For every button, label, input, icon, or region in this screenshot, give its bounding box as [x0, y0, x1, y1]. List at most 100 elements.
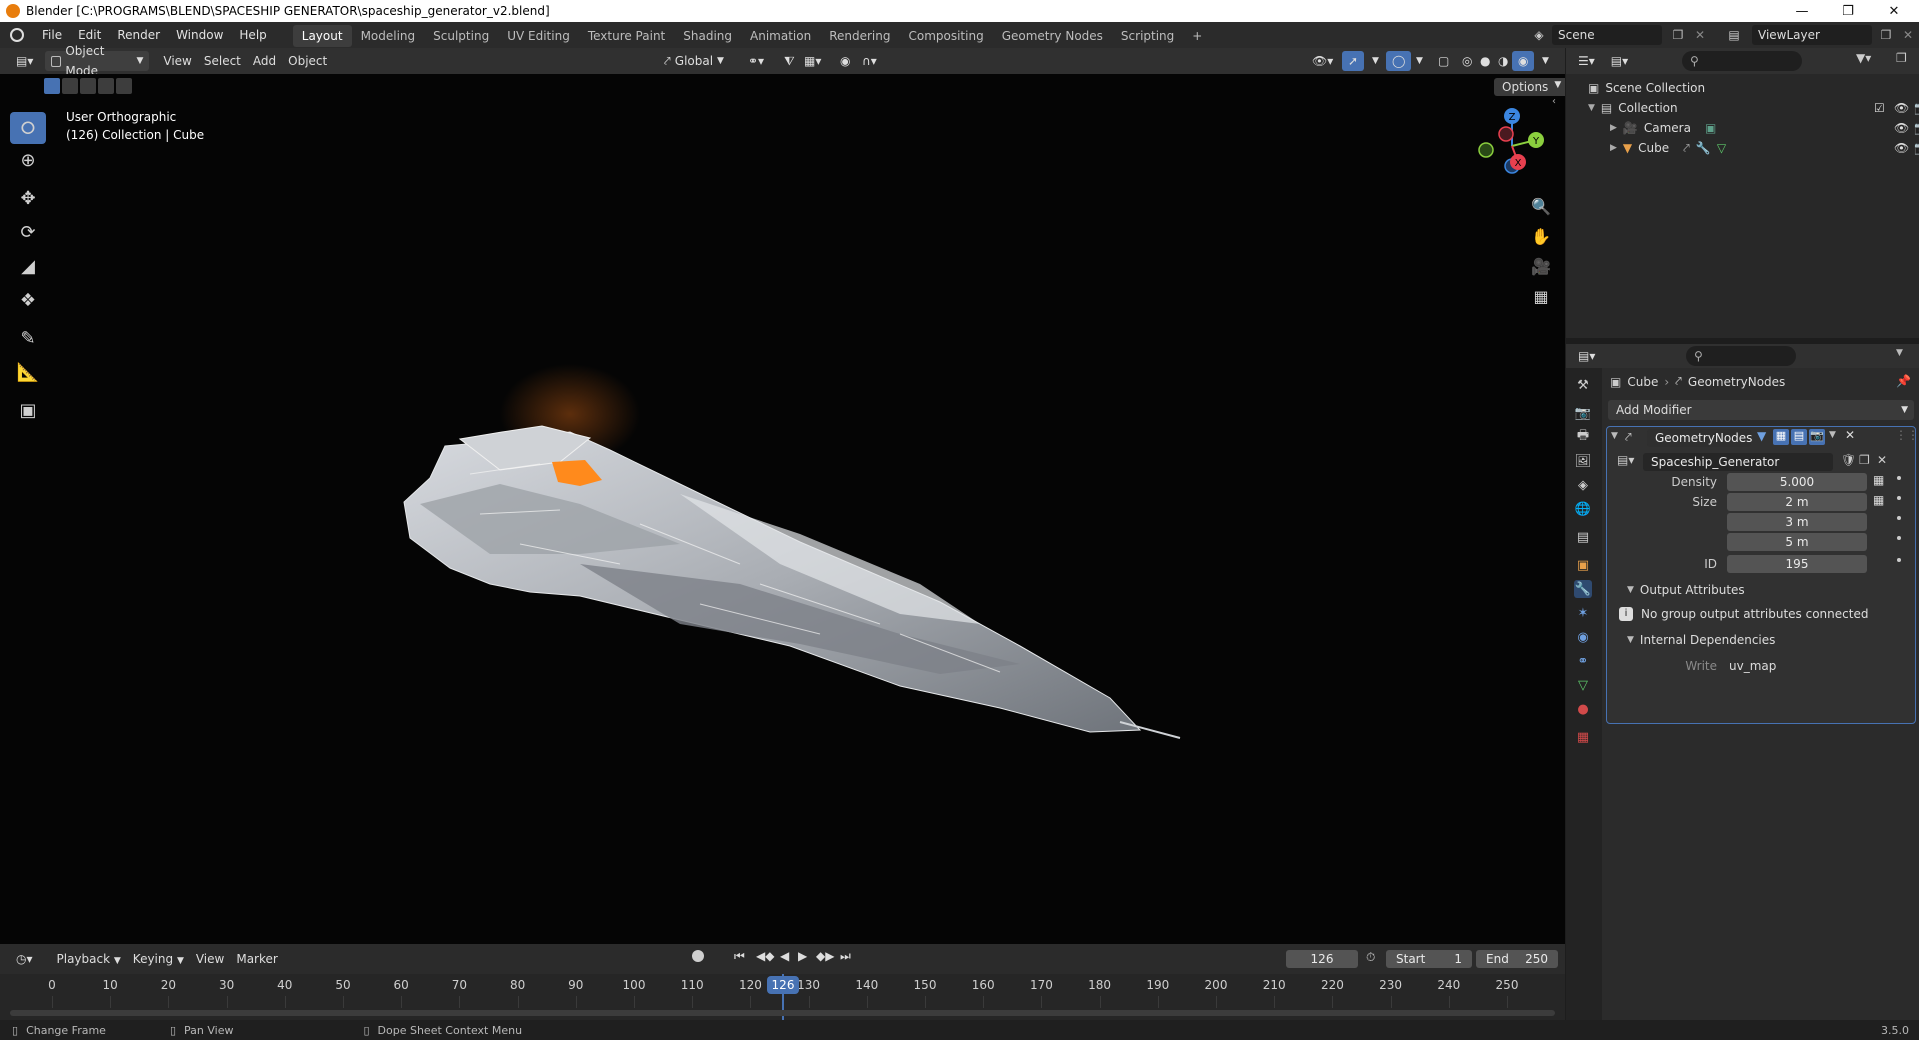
keyframe-dot-icon[interactable]: [1897, 476, 1901, 480]
scene-name-field[interactable]: Scene: [1552, 25, 1662, 45]
tab-geometry-nodes[interactable]: Geometry Nodes: [993, 25, 1112, 47]
timeline-ruler[interactable]: 0 10 20 30 40 50 60 70 80 90 100 110 120 130 140 150 160…: [0, 974, 1565, 1020]
size-x-field[interactable]: 2 m: [1727, 493, 1867, 511]
annotate-tool-icon[interactable]: ✎: [10, 322, 46, 354]
play-icon[interactable]: ▶: [798, 949, 807, 963]
select-extend-icon[interactable]: [62, 78, 78, 94]
minimize-button[interactable]: —: [1779, 0, 1825, 22]
pin-icon[interactable]: 📌: [1896, 374, 1911, 388]
particles-tab-icon[interactable]: ✶: [1574, 604, 1592, 622]
material-tab-icon[interactable]: ●: [1574, 700, 1592, 718]
delete-scene-icon[interactable]: ✕: [1690, 25, 1710, 45]
cage-toggle-icon[interactable]: ▦: [1773, 429, 1789, 445]
timeline-menu-view[interactable]: View: [190, 949, 230, 969]
duplicate-icon[interactable]: ❐: [1859, 453, 1870, 467]
timeline-menu-playback[interactable]: Playback ▼: [51, 949, 127, 969]
current-frame-field[interactable]: 126: [1286, 950, 1358, 968]
size-z-field[interactable]: 5 m: [1727, 533, 1867, 551]
overlays-toggle-icon[interactable]: ◯: [1386, 51, 1412, 71]
render-camera-icon[interactable]: 📷: [1914, 121, 1919, 135]
object-tab-icon[interactable]: ▣: [1574, 556, 1592, 574]
tool-tab-icon[interactable]: ⚒: [1574, 376, 1592, 394]
tab-shading[interactable]: Shading: [674, 25, 741, 47]
select-intersect-icon[interactable]: [116, 78, 132, 94]
snap-target-icon[interactable]: ▦▾: [798, 51, 827, 71]
delete-viewlayer-icon[interactable]: ✕: [1898, 25, 1918, 45]
keyframe-dot-icon[interactable]: [1897, 536, 1901, 540]
collection-tab-icon[interactable]: ▤: [1574, 528, 1592, 546]
viewport-menu-add[interactable]: Add: [247, 51, 282, 71]
select-new-icon[interactable]: [44, 78, 60, 94]
collapse-arrow-icon[interactable]: ▼: [1611, 431, 1618, 441]
render-camera-icon[interactable]: 📷: [1914, 101, 1919, 115]
viewlayer-browse-icon[interactable]: ▤: [1722, 25, 1746, 45]
collapse-arrow-icon[interactable]: ▼: [1588, 103, 1595, 113]
timeline-editor-type-icon[interactable]: ◷▾: [10, 949, 39, 969]
move-tool-icon[interactable]: ✥: [10, 182, 46, 214]
tab-uv-editing[interactable]: UV Editing: [498, 25, 579, 47]
play-reverse-icon[interactable]: ◀: [780, 949, 789, 963]
rendered-shading-icon[interactable]: ◉: [1512, 51, 1535, 71]
keyframe-dot-icon[interactable]: [1897, 516, 1901, 520]
outliner-search-input[interactable]: ⚲: [1682, 51, 1802, 71]
filter-icon[interactable]: ▼▾: [1856, 51, 1871, 65]
world-tab-icon[interactable]: 🌐: [1574, 500, 1592, 518]
tab-texture-paint[interactable]: Texture Paint: [579, 25, 674, 47]
close-window-button[interactable]: ✕: [1871, 0, 1917, 22]
properties-search-input[interactable]: ⚲: [1686, 346, 1796, 366]
timeline-menu-keying[interactable]: Keying ▼: [127, 949, 190, 969]
options-dropdown[interactable]: Options ▼: [1494, 78, 1565, 96]
add-cube-tool-icon[interactable]: ▣: [10, 394, 46, 426]
viewport-menu-select[interactable]: Select: [198, 51, 247, 71]
tab-sculpting[interactable]: Sculpting: [424, 25, 498, 47]
measure-tool-icon[interactable]: 📐: [10, 356, 46, 388]
viewport-menu-object[interactable]: Object: [282, 51, 333, 71]
attribute-toggle-icon[interactable]: ▦: [1873, 473, 1884, 487]
3d-viewport[interactable]: Options ▼ User Orthographic (126) Collec…: [0, 74, 1565, 944]
ortho-grid-icon[interactable]: ▦: [1527, 282, 1555, 310]
chevron-down-icon[interactable]: ▼: [1536, 51, 1555, 71]
add-modifier-dropdown[interactable]: Add Modifier ▼: [1608, 400, 1914, 420]
scene-collection-row[interactable]: ▣ Scene Collection: [1588, 78, 1705, 98]
viewlayer-name-field[interactable]: ViewLayer: [1752, 25, 1872, 45]
visibility-icon[interactable]: 👁▾: [1306, 51, 1339, 71]
chevron-down-icon[interactable]: ▼: [1829, 430, 1836, 440]
chevron-down-icon[interactable]: ▼: [1410, 51, 1429, 71]
mode-dropdown[interactable]: Object Mode ▼: [45, 44, 150, 78]
view-layer-tab-icon[interactable]: 🖼: [1574, 452, 1592, 470]
modifier-name-field[interactable]: GeometryNodes: [1647, 429, 1752, 447]
expand-arrow-icon[interactable]: ▶: [1610, 123, 1617, 133]
select-invert-icon[interactable]: [98, 78, 114, 94]
properties-editor-type-icon[interactable]: ▤▾: [1572, 346, 1601, 366]
output-attributes-subpanel[interactable]: ▼ Output Attributes: [1627, 583, 1745, 597]
new-scene-icon[interactable]: ❐: [1668, 25, 1688, 45]
proportional-falloff-icon[interactable]: ∩▾: [856, 51, 883, 71]
transform-tool-icon[interactable]: ❖: [10, 284, 46, 316]
start-frame-field[interactable]: Start 1: [1386, 950, 1472, 968]
new-viewlayer-icon[interactable]: ❐: [1876, 25, 1896, 45]
viewport-toggle-icon[interactable]: ▤: [1791, 429, 1807, 445]
output-tab-icon[interactable]: 🖶: [1574, 428, 1592, 446]
zoom-icon[interactable]: 🔍: [1527, 192, 1555, 220]
drag-handle-icon[interactable]: ⋮⋮: [1895, 428, 1919, 442]
blender-menu-icon[interactable]: [0, 22, 34, 48]
playhead-frame-badge[interactable]: 126: [767, 976, 799, 994]
record-keyframe-icon[interactable]: [692, 950, 704, 962]
cursor-tool-icon[interactable]: ⊕: [10, 144, 46, 176]
tab-scripting[interactable]: Scripting: [1112, 25, 1183, 47]
jump-start-icon[interactable]: ⏮: [734, 949, 745, 964]
expand-arrow-icon[interactable]: ▶: [1610, 143, 1617, 153]
sidebar-toggle-icon[interactable]: ‹: [1552, 96, 1556, 107]
tab-layout[interactable]: Layout: [292, 25, 352, 47]
camera-row[interactable]: ▶ 🎥 Camera ▣ 👁 📷: [1610, 118, 1919, 138]
exclude-checkbox-icon[interactable]: ☑: [1874, 101, 1885, 115]
camera-view-icon[interactable]: 🎥: [1527, 252, 1555, 280]
density-field[interactable]: 5.000: [1727, 473, 1867, 491]
transform-orientation-dropdown[interactable]: ⤤ Global ▼: [658, 51, 730, 71]
tab-rendering[interactable]: Rendering: [820, 25, 899, 47]
keyframe-dot-icon[interactable]: [1897, 496, 1901, 500]
node-tree-icon[interactable]: ▤▾: [1617, 453, 1634, 467]
keyframe-dot-icon[interactable]: [1897, 558, 1901, 562]
scene-tab-icon[interactable]: ◈: [1574, 476, 1592, 494]
editor-type-icon[interactable]: ▤▾: [10, 51, 39, 71]
